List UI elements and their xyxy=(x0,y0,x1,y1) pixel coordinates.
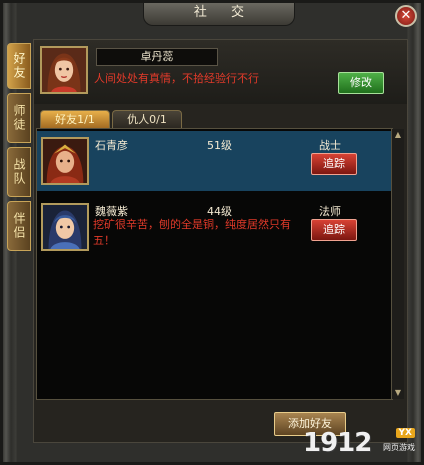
profile-bar: 卓丹蕊 人间处处有真情，不拾经验行不行 修改 xyxy=(34,40,407,104)
side-tab-partner[interactable]: 伴侣 xyxy=(7,201,31,251)
friend-row[interactable]: 魏薇紫 44级 法师 挖矿很辛苦，刨的全是铜，纯度居然只有五！ 追踪 xyxy=(37,197,392,257)
tab-friends[interactable]: 好友1/1 xyxy=(40,110,110,129)
friend-row[interactable]: 石青彦 51级 战士 追踪 xyxy=(37,131,392,191)
friend-level: 51级 xyxy=(207,139,232,152)
track-button[interactable]: 追踪 xyxy=(311,153,357,175)
scroll-up-icon[interactable]: ▲ xyxy=(392,129,404,141)
player-name: 卓丹蕊 xyxy=(96,48,218,66)
watermark-badge: YX xyxy=(395,428,415,438)
mage-portrait-icon xyxy=(43,205,87,249)
friend-class: 战士 xyxy=(319,139,341,152)
side-tab-bar: 好友 师徒 战队 伴侣 xyxy=(7,43,31,255)
list-scrollbar[interactable]: ▲ ▼ xyxy=(391,129,404,399)
edit-signature-button[interactable]: 修改 xyxy=(338,72,384,94)
friend-avatar xyxy=(41,137,89,185)
social-window: 社 交 ✕ 好友 师徒 战队 伴侣 卓丹蕊 人间处处有真情，不拾经验行不行 修改… xyxy=(0,0,424,465)
watermark-site: 网页游戏 xyxy=(383,443,415,452)
track-button[interactable]: 追踪 xyxy=(311,219,357,241)
player-signature: 人间处处有真情，不拾经验行不行 xyxy=(94,72,259,85)
friend-name: 石青彦 xyxy=(95,139,128,152)
tab-enemies[interactable]: 仇人0/1 xyxy=(112,110,182,129)
warrior-portrait-icon xyxy=(43,139,87,183)
friend-list: 石青彦 51级 战士 追踪 魏薇紫 44级 法师 挖矿很辛苦，刨的全是铜，纯度居… xyxy=(36,128,404,400)
player-avatar xyxy=(40,46,88,94)
scroll-down-icon[interactable]: ▼ xyxy=(392,387,404,399)
female-portrait-icon xyxy=(42,48,86,92)
friend-avatar xyxy=(41,203,89,251)
friends-panel: 卓丹蕊 人间处处有真情，不拾经验行不行 修改 好友1/1 仇人0/1 石青彦 5… xyxy=(33,39,408,443)
side-tab-mentor[interactable]: 师徒 xyxy=(7,93,31,143)
window-title: 社 交 xyxy=(143,3,295,26)
friend-class: 法师 xyxy=(319,205,341,218)
site-watermark: 1912 YX 网页游戏 xyxy=(303,428,415,458)
close-icon[interactable]: ✕ xyxy=(395,5,417,27)
friend-signature: 挖矿很辛苦，刨的全是铜，纯度居然只有五！ xyxy=(93,218,291,247)
side-tab-team[interactable]: 战队 xyxy=(7,147,31,197)
side-tab-friends[interactable]: 好友 xyxy=(7,43,31,89)
watermark-number: 1912 xyxy=(303,428,372,458)
